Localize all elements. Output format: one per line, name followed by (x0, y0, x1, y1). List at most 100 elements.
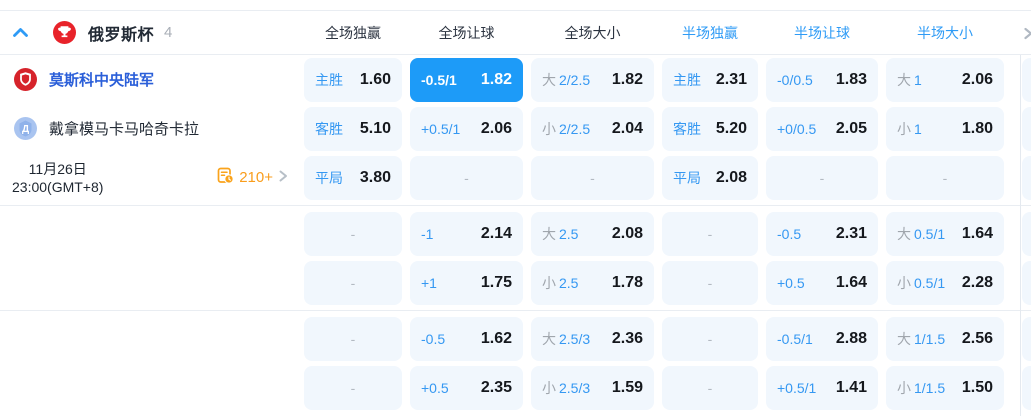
odds-row-draw: 11月26日 23:00(GMT+8) 210+ 平局 3.80 - - 平局 … (0, 153, 1031, 202)
partial-odds-cell[interactable] (1022, 365, 1031, 410)
odds-value: 2.31 (835, 224, 867, 242)
partial-odds-cell[interactable] (1022, 106, 1031, 151)
odds-cell-half-handicap-away[interactable]: +0/0.5 2.05 (766, 106, 878, 151)
odds-label: -0.5/1 (777, 330, 813, 347)
league-match-count: 4 (164, 24, 173, 41)
partial-odds-cell[interactable] (1022, 155, 1031, 200)
odds-cell-empty: - (304, 211, 402, 256)
odds-cell-half-under[interactable]: 小 1/1.5 1.50 (886, 365, 1004, 410)
odds-cell-full-under[interactable]: 小 2.5 1.78 (531, 260, 654, 305)
odds-label: +0.5/1 (421, 120, 461, 137)
odds-cell-full-over[interactable]: 大 2/2.5 1.82 (531, 57, 654, 102)
odds-cell-half-handicap-away[interactable]: +0.5 1.64 (766, 260, 878, 305)
odds-cell-empty: - (304, 260, 402, 305)
odds-value: 5.20 (715, 119, 747, 137)
left-spacer (0, 258, 300, 307)
frozen-column-divider (1020, 55, 1021, 416)
left-spacer (0, 209, 300, 258)
odds-label: 2.5/3 (559, 330, 591, 347)
odds-cell-empty: - (662, 316, 758, 361)
odds-value: 1.62 (480, 329, 512, 347)
left-spacer (0, 314, 300, 363)
odds-value: 5.10 (359, 119, 391, 137)
odds-cell-full-under[interactable]: 小 2.5/3 1.59 (531, 365, 654, 410)
odds-label: -0.5 (777, 225, 802, 242)
over-under-prefix: 小 (897, 120, 911, 137)
odds-cell-half-handicap-away[interactable]: +0.5/1 1.41 (766, 365, 878, 410)
partial-odds-cell[interactable] (1022, 57, 1031, 102)
odds-cell-half-handicap-home[interactable]: -0/0.5 1.83 (766, 57, 878, 102)
odds-label: +0/0.5 (777, 120, 817, 137)
odds-cell-half-handicap-home[interactable]: -0.5/1 2.88 (766, 316, 878, 361)
partial-odds-cell[interactable] (1022, 316, 1031, 361)
odds-label: 客胜 (673, 120, 701, 137)
group-divider (0, 202, 1031, 209)
away-team-name: 戴拿模马卡马哈奇卡拉 (49, 121, 200, 138)
odds-cell-half-under[interactable]: 小 0.5/1 2.28 (886, 260, 1004, 305)
odds-value: 1.41 (835, 378, 867, 396)
odds-cell-full-handicap-home-selected[interactable]: -0.5/1 1.82 (410, 57, 523, 102)
odds-cell-full-handicap-away[interactable]: +1 1.75 (410, 260, 523, 305)
odds-cell-half-win-away[interactable]: 客胜 5.20 (662, 106, 758, 151)
home-team-name: 莫斯科中央陆军 (49, 72, 155, 89)
odds-table: 俄罗斯杯 4 全场独赢 全场让球 全场大小 半场独赢 半场让球 半场大小 莫斯科… (0, 0, 1031, 416)
odds-value: 2.04 (611, 119, 643, 137)
markets-count: 210+ (239, 169, 273, 186)
svg-text:Д: Д (22, 124, 29, 135)
odds-cell-full-handicap-home[interactable]: -1 2.14 (410, 211, 523, 256)
odds-label: 客胜 (315, 120, 343, 137)
odds-value: 2.06 (480, 119, 512, 137)
odds-label: 1/1.5 (914, 330, 946, 347)
odds-cell-half-over[interactable]: 大 1/1.5 2.56 (886, 316, 1004, 361)
odds-label: 1 (914, 71, 922, 88)
odds-cell-half-win-home[interactable]: 主胜 2.31 (662, 57, 758, 102)
odds-label: 1 (914, 120, 922, 137)
match-time: 23:00(GMT+8) (12, 178, 104, 195)
odds-value: 2.36 (611, 329, 643, 347)
odds-label: -0.5 (421, 330, 446, 347)
odds-row-away: Д 戴拿模马卡马哈奇卡拉 客胜 5.10 +0.5/1 2.06 小 2/2.5 2.0… (0, 104, 1031, 153)
partial-odds-cell[interactable] (1022, 211, 1031, 256)
odds-label: 2.5 (559, 225, 579, 242)
odds-cell-full-over[interactable]: 大 2.5 2.08 (531, 211, 654, 256)
odds-cell-full-handicap-away[interactable]: +0.5/1 2.06 (410, 106, 523, 151)
over-under-prefix: 大 (897, 330, 911, 347)
over-under-prefix: 小 (542, 274, 556, 291)
home-team-logo-icon (14, 68, 37, 91)
home-team-row[interactable]: 莫斯科中央陆军 (0, 55, 300, 104)
odds-cell-empty: - (304, 316, 402, 361)
odds-label: 平局 (673, 169, 701, 186)
odds-cell-half-over[interactable]: 大 1 2.06 (886, 57, 1004, 102)
odds-cell-empty: - (304, 365, 402, 410)
odds-value: 1.64 (961, 224, 993, 242)
match-info-row: 11月26日 23:00(GMT+8) 210+ (0, 153, 300, 202)
odds-value: 1.50 (961, 378, 993, 396)
collapse-league-button[interactable] (12, 27, 29, 38)
odds-cell-full-under[interactable]: 小 2/2.5 2.04 (531, 106, 654, 151)
odds-cell-full-over[interactable]: 大 2.5/3 2.36 (531, 316, 654, 361)
scroll-right-icon[interactable] (1023, 27, 1031, 45)
over-under-prefix: 大 (897, 225, 911, 242)
over-under-prefix: 大 (542, 225, 556, 242)
match-datetime: 11月26日 23:00(GMT+8) (12, 160, 103, 196)
odds-cell-full-handicap-home[interactable]: -0.5 1.62 (410, 316, 523, 361)
odds-cell-half-handicap-home[interactable]: -0.5 2.31 (766, 211, 878, 256)
more-markets-link[interactable]: 210+ (217, 167, 288, 189)
odds-label: 主胜 (315, 71, 343, 88)
odds-row-alt-line-1a: - -1 2.14 大 2.5 2.08 - -0.5 2.31 大 0.5/1 1.64 (0, 209, 1031, 258)
markets-icon (217, 167, 234, 189)
odds-cell-full-handicap-away[interactable]: +0.5 2.35 (410, 365, 523, 410)
odds-cell-full-win-home[interactable]: 主胜 1.60 (304, 57, 402, 102)
partial-odds-cell[interactable] (1022, 260, 1031, 305)
odds-cell-half-win-draw[interactable]: 平局 2.08 (662, 155, 758, 200)
header-extra (1008, 11, 1031, 54)
odds-cell-half-under[interactable]: 小 1 1.80 (886, 106, 1004, 151)
odds-value: 2.28 (961, 273, 993, 291)
odds-cell-half-over[interactable]: 大 0.5/1 1.64 (886, 211, 1004, 256)
trophy-icon (53, 21, 76, 44)
away-team-row[interactable]: Д 戴拿模马卡马哈奇卡拉 (0, 104, 300, 153)
odds-value: 2.06 (961, 70, 993, 88)
odds-cell-full-win-away[interactable]: 客胜 5.10 (304, 106, 402, 151)
odds-value: 2.05 (835, 119, 867, 137)
odds-cell-full-win-draw[interactable]: 平局 3.80 (304, 155, 402, 200)
